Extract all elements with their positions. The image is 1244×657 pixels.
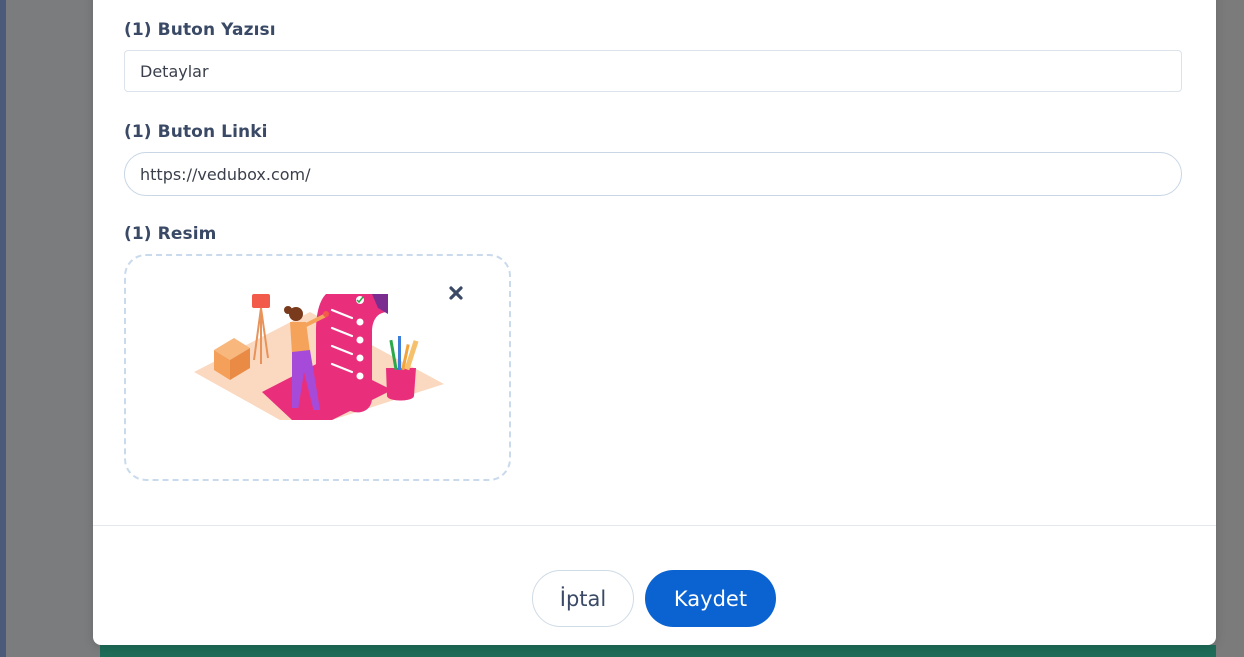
button-text-label: (1) Buton Yazısı [124,20,276,40]
page-backdrop-bottom [100,645,1244,657]
close-icon[interactable] [446,283,466,303]
image-label: (1) Resim [124,224,217,244]
image-preview-illustration [194,294,444,420]
button-link-input[interactable] [124,152,1182,196]
save-button[interactable]: Kaydet [645,570,776,627]
footer-divider [93,525,1216,526]
page-backdrop-left [0,0,6,657]
page-backdrop-right [1216,0,1244,657]
button-text-input[interactable] [124,50,1182,92]
edit-modal: (1) Buton Yazısı (1) Buton Linki (1) Res… [93,0,1216,645]
image-preview-box[interactable] [124,254,511,481]
button-link-label: (1) Buton Linki [124,122,268,142]
cancel-button[interactable]: İptal [532,570,634,627]
